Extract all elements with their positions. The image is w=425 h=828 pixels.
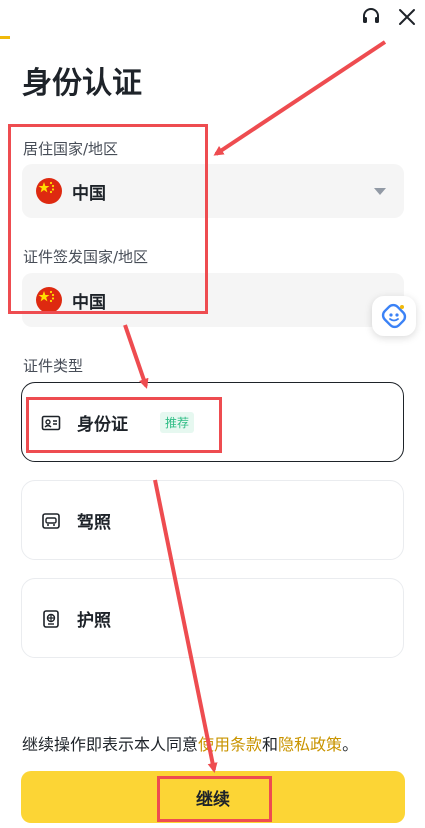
drivers-license-icon: [41, 511, 61, 531]
option-label: 护照: [77, 611, 111, 631]
id-card-icon: [41, 413, 61, 433]
privacy-policy-link[interactable]: 隐私政策: [278, 735, 342, 754]
close-icon[interactable]: [396, 6, 418, 28]
residence-value: 中国: [72, 183, 106, 204]
issuing-select[interactable]: 中国: [22, 273, 404, 327]
page-title: 身份认证: [22, 66, 142, 101]
option-label: 身份证: [77, 415, 128, 435]
accent-line: [0, 36, 10, 39]
terms-prefix: 继续操作即表示本人同意: [22, 735, 199, 754]
headset-icon[interactable]: [360, 6, 382, 28]
chevron-down-icon: [374, 188, 386, 195]
issuing-value: 中国: [72, 292, 106, 313]
option-drivers-license[interactable]: 驾照: [21, 480, 404, 560]
china-flag-icon: [36, 287, 62, 313]
option-label: 驾照: [77, 513, 111, 533]
china-flag-icon: [36, 178, 62, 204]
residence-select[interactable]: 中国: [22, 164, 404, 218]
top-bar: [0, 0, 425, 39]
residence-label: 居住国家/地区: [23, 140, 119, 158]
terms-text: 继续操作即表示本人同意使用条款和隐私政策。: [22, 731, 358, 755]
continue-button[interactable]: 继续: [21, 771, 405, 823]
option-passport[interactable]: 护照: [21, 578, 404, 658]
terms-suffix: 。: [342, 735, 359, 754]
option-id-card[interactable]: 身份证 推荐: [21, 382, 404, 462]
passport-icon: [41, 609, 61, 629]
terms-and: 和: [262, 735, 279, 754]
issuing-label: 证件签发国家/地区: [23, 248, 149, 266]
ai-assistant-icon[interactable]: [372, 296, 416, 336]
doc-type-label: 证件类型: [23, 357, 84, 375]
recommended-badge: 推荐: [160, 412, 195, 433]
terms-of-use-link[interactable]: 使用条款: [198, 735, 262, 754]
